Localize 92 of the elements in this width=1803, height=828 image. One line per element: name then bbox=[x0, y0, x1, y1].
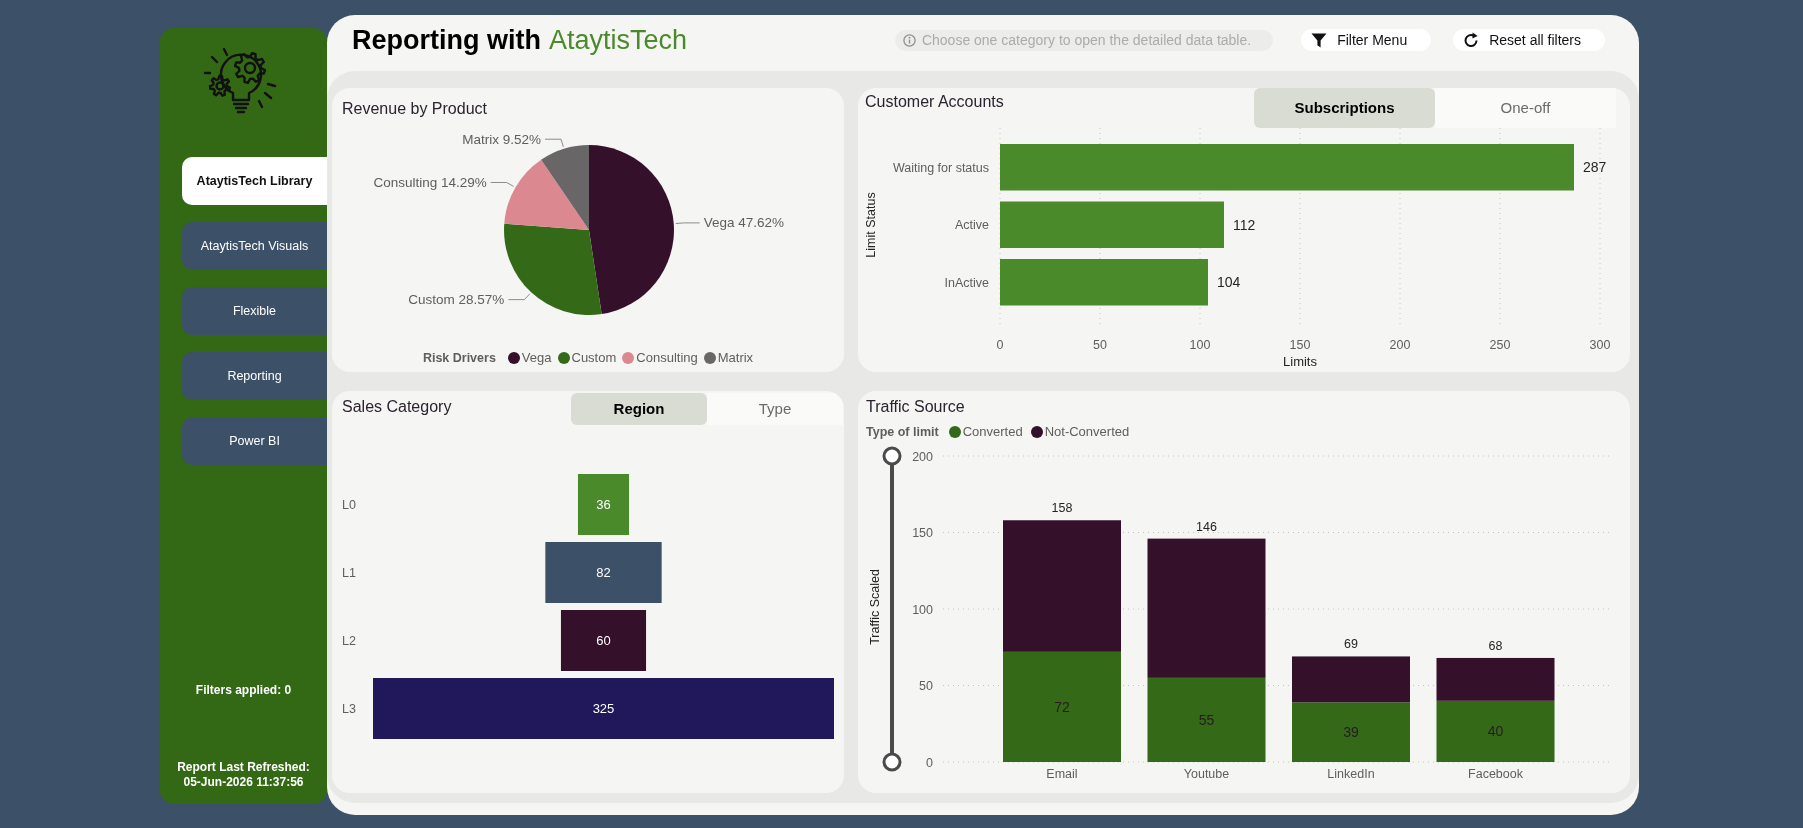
pie-slice[interactable] bbox=[504, 159, 589, 230]
axis-tick-label: 200 bbox=[912, 449, 933, 464]
chart-title: Customer Accounts bbox=[864, 92, 1004, 112]
value-label: 112 bbox=[1233, 216, 1256, 233]
slice-label: Custom 28.57% bbox=[408, 292, 505, 308]
funnel-bar[interactable] bbox=[560, 610, 647, 671]
value-label: 39 bbox=[1343, 724, 1359, 741]
axis-tick-label: 100 bbox=[912, 602, 933, 617]
axis-tick-label: 150 bbox=[1289, 338, 1311, 352]
category-label: Active bbox=[954, 218, 989, 233]
legend-label: Consulting bbox=[636, 349, 698, 368]
slider-track[interactable] bbox=[882, 446, 902, 772]
chart-title: Sales Category bbox=[341, 397, 452, 417]
axis-tick-label: 150 bbox=[912, 526, 933, 540]
value-label: 40 bbox=[1487, 723, 1504, 740]
bar[interactable] bbox=[1000, 144, 1574, 191]
category-label: L1 bbox=[342, 566, 356, 580]
nav-button[interactable]: Power BI bbox=[182, 417, 327, 465]
leader-line bbox=[675, 222, 701, 224]
slice-label: Consulting 14.29% bbox=[373, 175, 487, 190]
axis-tick-label: 50 bbox=[919, 679, 933, 693]
axis-tick-label: 100 bbox=[1189, 338, 1211, 352]
axis-tick-label: 300 bbox=[1589, 338, 1611, 352]
value-label: 36 bbox=[596, 497, 611, 512]
chart-title: Traffic Source bbox=[866, 398, 965, 415]
total-label: 146 bbox=[1196, 519, 1217, 534]
legend-label: Vega bbox=[521, 349, 552, 368]
refresh-label: Report Last Refreshed: bbox=[176, 760, 311, 775]
bar[interactable] bbox=[1000, 201, 1224, 248]
slice-label: Vega 47.62% bbox=[703, 215, 785, 231]
category-label: InActive bbox=[944, 275, 989, 290]
pie-slice[interactable] bbox=[589, 145, 674, 315]
toggle-option[interactable]: Subscriptions bbox=[1254, 88, 1435, 128]
axis-title: Limits bbox=[1283, 354, 1317, 369]
bar-segment[interactable] bbox=[1436, 657, 1555, 701]
leader-line bbox=[544, 138, 564, 148]
leader-line bbox=[507, 293, 531, 301]
legend-label: Converted bbox=[962, 423, 1023, 442]
category-label: Youtube bbox=[1183, 767, 1230, 781]
pie-slice[interactable] bbox=[504, 223, 602, 315]
legend-label: Not-Converted bbox=[1044, 423, 1130, 442]
brand-name: AtaytisTech bbox=[549, 23, 688, 57]
axis-tick-label: 0 bbox=[996, 338, 1004, 352]
leader-line bbox=[490, 182, 515, 187]
nav-button[interactable]: AtaytisTech Visuals bbox=[182, 222, 327, 270]
category-label: Facebook bbox=[1468, 767, 1523, 781]
toggle-option[interactable]: Type bbox=[707, 393, 843, 425]
axis-tick-label: 200 bbox=[1389, 338, 1411, 352]
slider-handle[interactable] bbox=[882, 752, 902, 772]
nav-button[interactable]: Flexible bbox=[182, 287, 327, 335]
category-label: Email bbox=[1046, 767, 1078, 781]
slider-thumb[interactable] bbox=[882, 446, 902, 466]
refresh-icon bbox=[1463, 32, 1480, 48]
total-label: 158 bbox=[1051, 501, 1073, 516]
axis-tick-label: 0 bbox=[926, 755, 933, 770]
total-label: 68 bbox=[1488, 638, 1503, 653]
hint-text: Choose one category to open the detailed data table. bbox=[921, 30, 1252, 50]
category-label: L0 bbox=[342, 498, 356, 512]
reset-filters-button[interactable]: Reset all filters bbox=[1453, 29, 1605, 51]
filter-icon bbox=[1311, 32, 1328, 48]
legend-label: Custom bbox=[571, 349, 617, 368]
info-icon bbox=[902, 33, 916, 47]
value-label: 60 bbox=[596, 633, 611, 648]
value-label: 55 bbox=[1198, 711, 1215, 728]
value-label: 104 bbox=[1217, 274, 1241, 291]
value-label: 325 bbox=[592, 701, 615, 716]
total-label: 69 bbox=[1344, 637, 1358, 652]
category-label: L2 bbox=[342, 634, 356, 648]
axis-title: Limit Status bbox=[864, 192, 878, 258]
legend-title: Risk Drivers bbox=[422, 349, 496, 367]
filter-menu-button[interactable]: Filter Menu bbox=[1301, 29, 1432, 51]
axis-tick-label: 50 bbox=[1093, 338, 1107, 352]
category-label: L3 bbox=[342, 702, 356, 716]
toggle-option[interactable]: One-off bbox=[1435, 88, 1616, 128]
refresh-timestamp: 05-Jun-2026 11:37:56 bbox=[182, 775, 305, 790]
legend-title: Type of limit bbox=[866, 423, 939, 441]
category-label: Waiting for status bbox=[892, 160, 989, 175]
filters-count: Filters applied: 0 bbox=[194, 683, 293, 698]
toggle-option[interactable]: Region bbox=[571, 393, 707, 425]
nav-button[interactable]: AtaytisTech Library bbox=[182, 157, 327, 205]
legend-label: Matrix bbox=[717, 349, 754, 368]
value-label: 72 bbox=[1054, 698, 1070, 715]
page-title: Reporting with bbox=[352, 23, 541, 57]
chart-title: Revenue by Product bbox=[342, 100, 487, 117]
nav-button[interactable]: Reporting bbox=[182, 352, 327, 400]
value-label: 82 bbox=[596, 565, 611, 580]
bar[interactable] bbox=[1000, 259, 1208, 306]
axis-title: Traffic Scaled bbox=[868, 569, 882, 645]
category-label: LinkedIn bbox=[1327, 767, 1375, 781]
slice-label: Matrix 9.52% bbox=[462, 131, 541, 147]
value-label: 287 bbox=[1583, 159, 1607, 176]
axis-tick-label: 250 bbox=[1489, 338, 1511, 352]
